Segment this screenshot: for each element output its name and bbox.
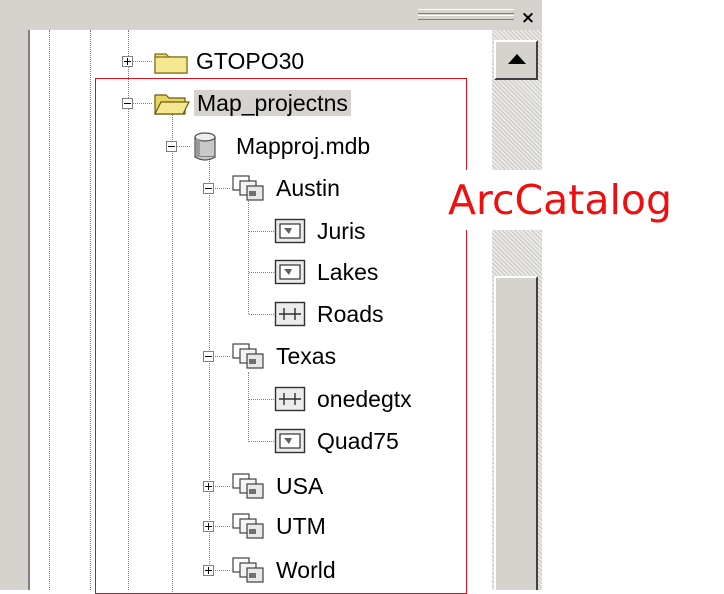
window-titlebar: ×: [0, 0, 542, 30]
tree-guide-line: [90, 30, 91, 590]
pane-left-edge: [0, 30, 30, 590]
tree-guide-line: [49, 30, 50, 590]
titlebar-grip: [418, 15, 514, 20]
annotation-highlight-box: [95, 78, 467, 594]
arccatalog-tree-screenshot: × GTOPO30 Map_projectns Mapproj.mdb Aust…: [0, 0, 724, 594]
scrollbar-thumb[interactable]: [494, 276, 538, 590]
tree-node-gtopo30[interactable]: GTOPO30: [196, 48, 304, 74]
arrow-up-icon: [508, 54, 526, 64]
scroll-up-button[interactable]: [494, 40, 538, 80]
folder-icon: [154, 53, 188, 74]
annotation-callout: ArcCatalog: [440, 170, 680, 230]
expand-icon[interactable]: [122, 56, 133, 67]
titlebar-grip: [418, 9, 514, 14]
close-icon[interactable]: ×: [518, 8, 538, 28]
